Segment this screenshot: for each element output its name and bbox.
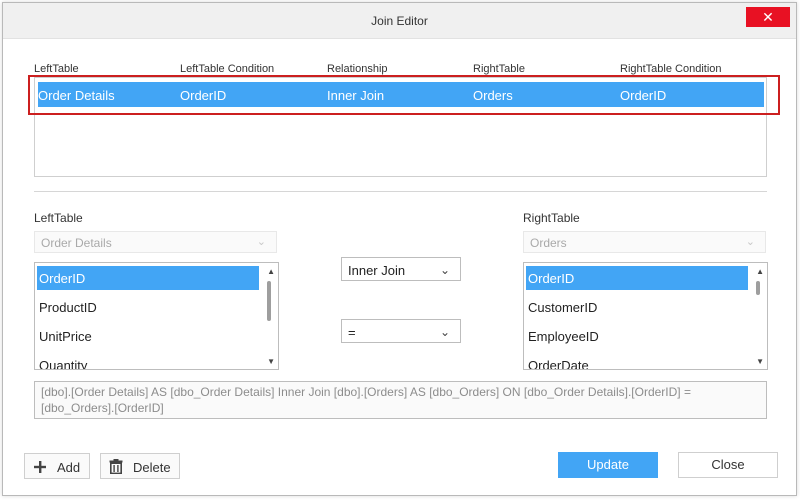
scroll-down-icon[interactable]: ▼ [756, 357, 764, 366]
left-table-select: Order Details ⌄ [34, 231, 277, 253]
list-item[interactable]: EmployeeID [526, 324, 748, 348]
list-item[interactable]: OrderDate [526, 353, 748, 369]
chevron-down-icon: ⌄ [256, 236, 266, 248]
header-left-condition: LeftTable Condition [180, 63, 275, 75]
join-editor-dialog: Join Editor ✕ LeftTable LeftTable Condit… [2, 2, 797, 496]
cell-left-condition: OrderID [180, 88, 227, 103]
delete-button[interactable]: Delete [100, 453, 180, 479]
close-button[interactable]: Close [678, 452, 778, 478]
left-column-list[interactable]: OrderID ProductID UnitPrice Quantity ▲ ▼ [34, 262, 279, 370]
right-table-select-value: Orders [530, 236, 567, 250]
window-title: Join Editor [371, 14, 428, 28]
table-row[interactable]: Order Details OrderID Inner Join Orders … [38, 82, 764, 107]
list-item[interactable]: ProductID [37, 295, 259, 319]
right-table-select: Orders ⌄ [523, 231, 766, 253]
scrollbar-thumb[interactable] [756, 281, 760, 295]
header-left-table: LeftTable [34, 63, 79, 75]
trash-icon [109, 459, 123, 474]
chevron-down-icon: ⌄ [745, 236, 755, 248]
operator-value: = [348, 325, 356, 340]
left-table-label: LeftTable [34, 211, 83, 225]
scroll-up-icon[interactable]: ▲ [267, 267, 275, 276]
join-type-select[interactable]: Inner Join ⌄ [341, 257, 461, 281]
update-button[interactable]: Update [558, 452, 658, 478]
cell-left-table: Order Details [38, 88, 115, 103]
close-window-button[interactable]: ✕ [746, 7, 790, 27]
cell-relationship: Inner Join [327, 88, 385, 103]
cell-right-table: Orders [473, 88, 513, 103]
list-item[interactable]: UnitPrice [37, 324, 259, 348]
cell-right-condition: OrderID [620, 88, 667, 103]
header-right-condition: RightTable Condition [620, 63, 722, 75]
chevron-down-icon: ⌄ [439, 325, 450, 339]
chevron-down-icon: ⌄ [439, 263, 450, 277]
scroll-down-icon[interactable]: ▼ [267, 357, 275, 366]
right-column-list[interactable]: OrderID CustomerID EmployeeID OrderDate … [523, 262, 768, 370]
list-item[interactable]: CustomerID [526, 295, 748, 319]
join-expression-text: [dbo].[Order Details] AS [dbo_Order Deta… [34, 381, 767, 419]
scrollbar-thumb[interactable] [267, 281, 271, 321]
header-right-table: RightTable [473, 63, 525, 75]
title-bar: Join Editor ✕ [3, 3, 796, 39]
operator-select[interactable]: = ⌄ [341, 319, 461, 343]
left-table-select-value: Order Details [41, 236, 112, 250]
plus-icon [34, 461, 46, 473]
delete-button-label: Delete [133, 460, 171, 475]
divider [34, 191, 767, 192]
list-item[interactable]: Quantity [37, 353, 259, 369]
header-relationship: Relationship [327, 63, 388, 75]
list-item[interactable]: OrderID [526, 266, 748, 290]
join-type-value: Inner Join [348, 263, 406, 278]
scroll-up-icon[interactable]: ▲ [756, 267, 764, 276]
right-table-label: RightTable [523, 211, 580, 225]
add-button-label: Add [57, 460, 81, 475]
add-button[interactable]: Add [24, 453, 90, 479]
list-item[interactable]: OrderID [37, 266, 259, 290]
